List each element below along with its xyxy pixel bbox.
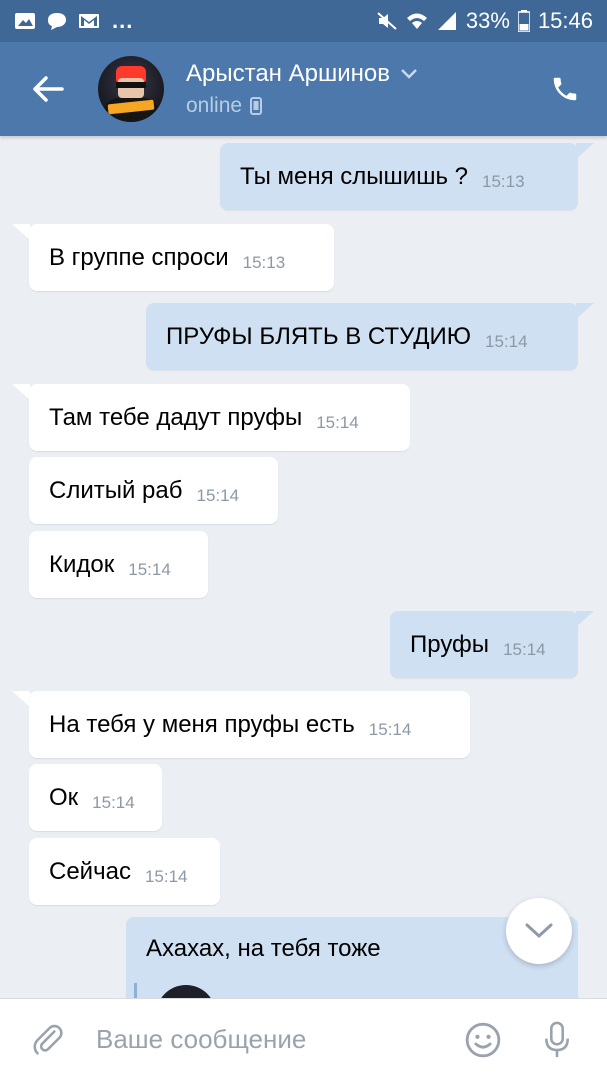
back-button[interactable]: [28, 69, 68, 109]
message-time: 15:14: [368, 719, 412, 739]
message-time: 15:14: [92, 792, 135, 812]
message-time: 15:14: [196, 485, 240, 505]
contact-name: Арыстан Аршинов: [186, 60, 390, 87]
message-incoming[interactable]: Слитый раб 15:14: [29, 457, 278, 524]
message-outgoing[interactable]: Ты меня слышишь ? 15:13: [220, 143, 578, 210]
mobile-device-icon: [250, 97, 263, 115]
message-text: Там тебе дадут пруфы: [49, 403, 303, 431]
image-icon: [15, 13, 35, 29]
wifi-icon: [406, 13, 427, 29]
message-time: 15:14: [144, 866, 188, 886]
scroll-to-bottom-button[interactable]: [506, 898, 572, 964]
attach-button[interactable]: [28, 1020, 68, 1060]
message-outgoing[interactable]: Пруфы 15:14: [390, 611, 578, 678]
message-text: Кидок: [49, 550, 115, 578]
message-time: 15:13: [481, 171, 525, 191]
battery-icon: [517, 10, 530, 32]
message-incoming[interactable]: В группе спроси 15:13: [29, 224, 334, 291]
battery-percent: 33%: [465, 8, 510, 33]
mute-icon: [377, 12, 397, 30]
message-incoming[interactable]: Кидок 15:14: [29, 531, 208, 598]
smiley-icon: [465, 1022, 501, 1057]
message-list[interactable]: Ты меня слышишь ? 15:13 В группе спроси …: [0, 136, 607, 998]
message-text: На тебя у меня пруфы есть: [49, 710, 355, 738]
message-text: Ок: [49, 783, 79, 811]
chevron-down-icon: [401, 69, 417, 79]
emoji-button[interactable]: [463, 1020, 503, 1060]
message-outgoing[interactable]: ПРУФЫ БЛЯТЬ В СТУДИЮ 15:14: [146, 303, 578, 370]
message-text: Ахахах, на тебя тоже: [146, 935, 381, 962]
message-composer: Ваше сообщение: [0, 998, 607, 1080]
message-text: Сейчас: [49, 857, 131, 885]
gmail-icon: [79, 14, 99, 28]
voice-message-button[interactable]: [537, 1020, 577, 1060]
message-incoming[interactable]: На тебя у меня пруфы есть 15:14: [29, 691, 470, 758]
chat-header: Арыстан Аршинов online: [0, 42, 607, 136]
message-incoming[interactable]: Ок 15:14: [29, 764, 162, 831]
message-time: 15:14: [503, 639, 546, 659]
message-time: 15:14: [485, 331, 528, 351]
message-text: ПРУФЫ БЛЯТЬ В СТУДИЮ: [166, 322, 472, 350]
message-text: Пруфы: [410, 630, 490, 658]
message-icon: [48, 13, 66, 30]
signal-icon: [437, 12, 456, 30]
more-icon: ...: [112, 8, 134, 33]
status-bar: ... 33% 15:46: [0, 0, 607, 42]
contact-info[interactable]: Арыстан Аршинов online: [186, 60, 418, 118]
message-time: 15:14: [316, 412, 359, 432]
microphone-icon: [545, 1021, 569, 1057]
phone-icon: [553, 77, 577, 101]
paperclip-icon: [33, 1024, 63, 1055]
message-text: В группе спроси: [49, 243, 229, 271]
message-input[interactable]: Ваше сообщение: [96, 1024, 463, 1055]
call-button[interactable]: [545, 69, 585, 109]
message-time: 15:13: [242, 252, 286, 272]
message-incoming[interactable]: Сейчас 15:14: [29, 838, 220, 905]
message-time: 15:14: [128, 559, 171, 579]
message-text: Ты меня слышишь ?: [240, 162, 468, 190]
contact-status: online: [186, 94, 243, 117]
chevron-down-icon: [525, 923, 553, 939]
message-incoming[interactable]: Там тебе дадут пруфы 15:14: [29, 384, 410, 451]
message-text: Слитый раб: [49, 476, 183, 504]
back-arrow-icon: [33, 76, 64, 102]
clock: 15:46: [537, 8, 593, 33]
avatar[interactable]: [98, 56, 164, 122]
